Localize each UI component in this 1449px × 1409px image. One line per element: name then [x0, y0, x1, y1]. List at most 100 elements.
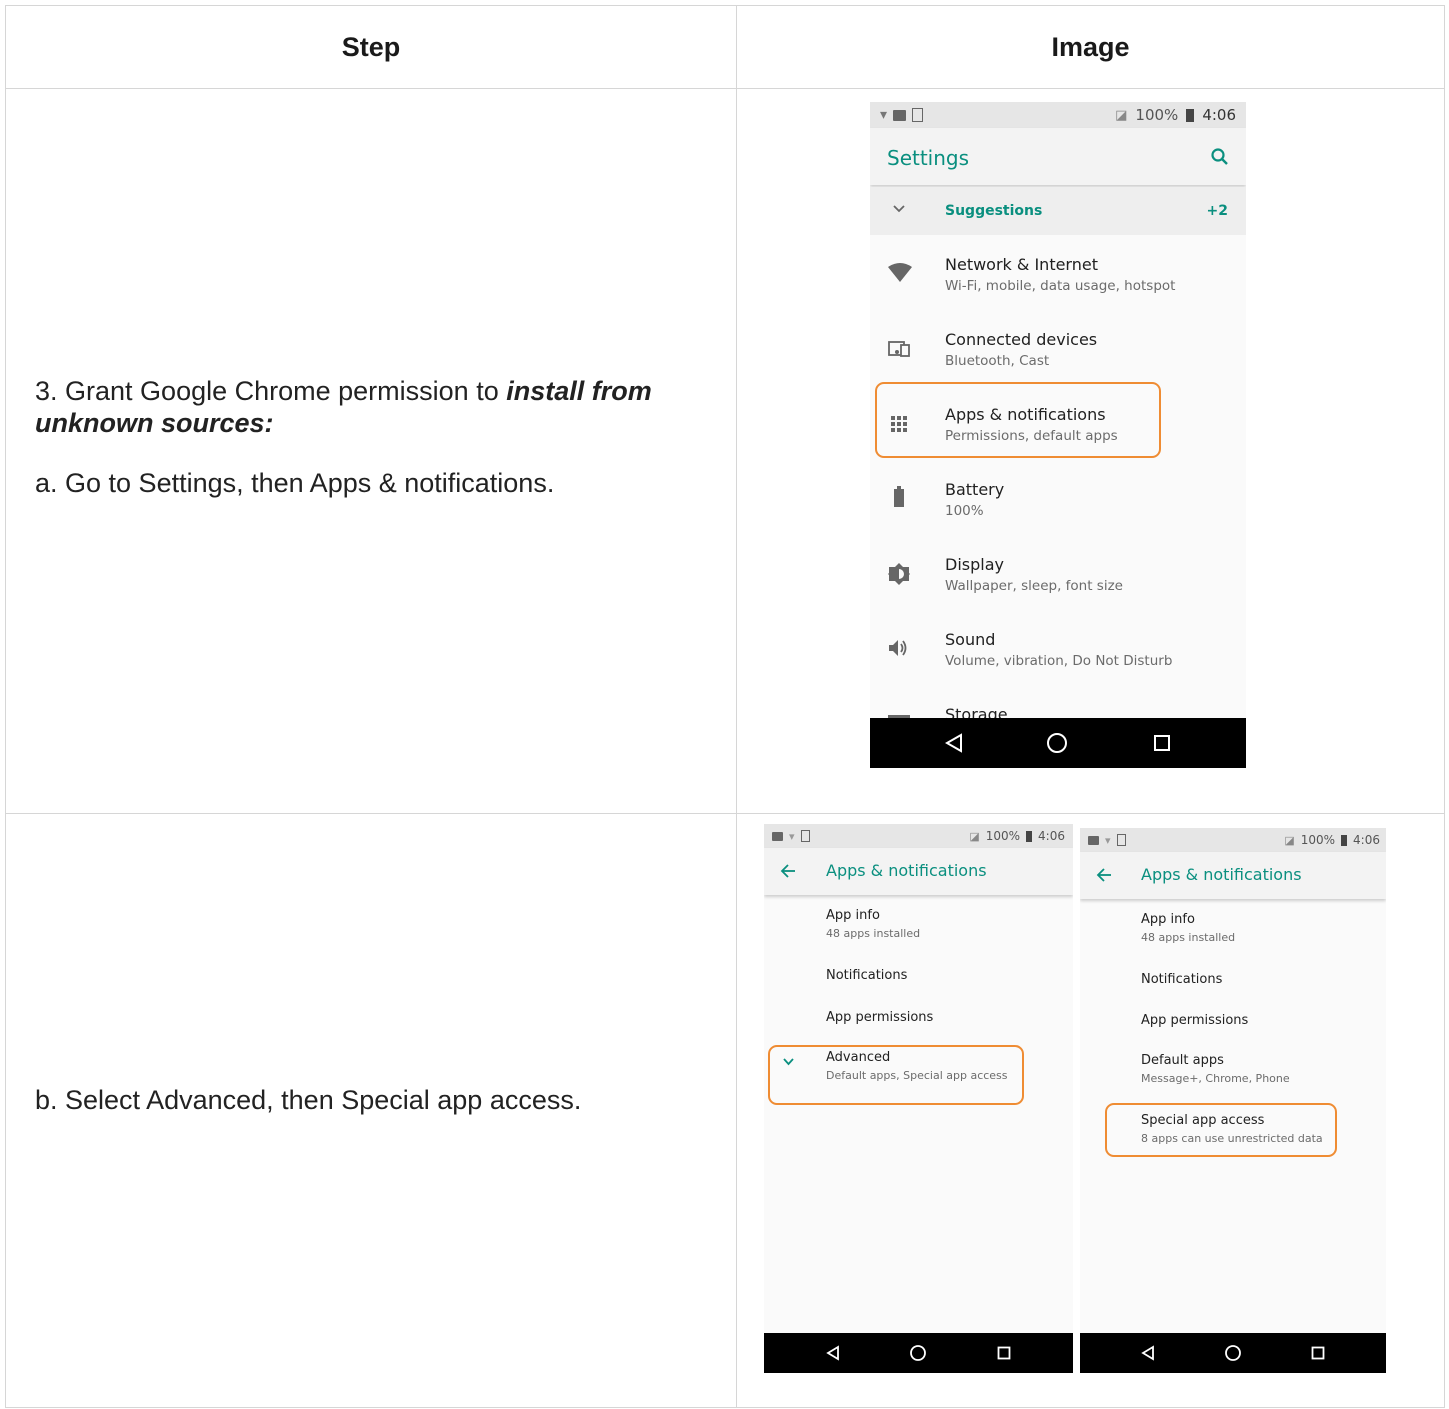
status-bar: ▾ ◪ 100% 4:06	[764, 824, 1073, 848]
settings-item-display[interactable]: Display Wallpaper, sleep, font size	[870, 535, 1246, 610]
nav-bar	[764, 1333, 1073, 1373]
no-sim-icon: ◪	[1115, 107, 1128, 123]
header-step: Step	[5, 5, 737, 89]
sim-notification-icon	[1116, 834, 1126, 846]
highlight-box	[875, 382, 1161, 458]
item-title: Network & Internet	[945, 255, 1098, 274]
back-icon[interactable]	[945, 733, 963, 753]
item-subtitle: Wallpaper, sleep, font size	[945, 578, 1123, 594]
settings-item-sound[interactable]: Sound Volume, vibration, Do Not Disturb	[870, 610, 1246, 685]
status-bar: ▾ ◪ 100% 4:06	[870, 102, 1246, 128]
apps-notifications-screenshot-special-access: ▾ ◪ 100% 4:06 Apps & notifications App i…	[1080, 828, 1386, 1373]
suggestions-count: +2	[1206, 203, 1228, 219]
back-icon[interactable]	[826, 1345, 840, 1361]
search-icon[interactable]	[1210, 147, 1230, 167]
battery-percent: 100%	[985, 829, 1021, 843]
suggestions-label: Suggestions	[945, 203, 1043, 219]
back-arrow-icon[interactable]	[780, 864, 796, 878]
clock: 4:06	[1038, 829, 1065, 843]
item-title: Notifications	[1141, 972, 1223, 987]
image-notification-icon	[772, 831, 783, 841]
item-subtitle: Volume, vibration, Do Not Disturb	[945, 653, 1173, 669]
wifi-status-icon: ▾	[880, 107, 888, 123]
item-subtitle: 48 apps installed	[1141, 931, 1236, 944]
page-title: Apps & notifications	[1141, 865, 1302, 884]
step-intro: 3. Grant Google Chrome permission to	[35, 376, 507, 406]
settings-item-network[interactable]: Network & Internet Wi-Fi, mobile, data u…	[870, 235, 1246, 310]
settings-screenshot: ▾ ◪ 100% 4:06 Settings Suggestions +2 Ne…	[870, 102, 1246, 768]
row1-substep: a. Go to Settings, then Apps & notificat…	[35, 468, 555, 498]
wifi-icon	[888, 263, 912, 282]
item-title: App permissions	[826, 1010, 934, 1025]
image-notification-icon	[1088, 835, 1099, 845]
list-item-app-permissions[interactable]: App permissions	[764, 1000, 1073, 1042]
status-bar: ▾ ◪ 100% 4:06	[1080, 828, 1386, 852]
item-title: App info	[826, 908, 880, 923]
item-title: Battery	[945, 480, 1005, 499]
battery-percent: 100%	[1135, 106, 1179, 124]
app-bar: Settings	[870, 128, 1246, 185]
chevron-down-icon	[893, 205, 905, 213]
list-item-notifications[interactable]: Notifications	[1080, 962, 1386, 1004]
header-image: Image	[736, 5, 1445, 89]
row2-step-text: b. Select Advanced, then Special app acc…	[35, 1085, 582, 1115]
instructions-table: Step Image 3. Grant Google Chrome permis…	[5, 5, 1445, 1408]
battery-status-icon	[1026, 830, 1033, 842]
highlight-box	[768, 1045, 1024, 1105]
item-subtitle: 48 apps installed	[826, 927, 921, 940]
item-title: Display	[945, 555, 1004, 574]
image-notification-icon	[893, 109, 907, 121]
item-subtitle: 100%	[945, 503, 984, 519]
item-subtitle: Message+, Chrome, Phone	[1141, 1072, 1290, 1085]
row1-step-text: 3. Grant Google Chrome permission to ins…	[35, 375, 695, 439]
back-arrow-icon[interactable]	[1096, 868, 1112, 882]
apps-notifications-screenshot-advanced: ▾ ◪ 100% 4:06 Apps & notifications App i…	[764, 824, 1073, 1373]
home-icon[interactable]	[1046, 732, 1068, 754]
item-title: App info	[1141, 912, 1195, 927]
settings-item-connected-devices[interactable]: Connected devices Bluetooth, Cast	[870, 310, 1246, 385]
row1-step-cell: 3. Grant Google Chrome permission to ins…	[5, 88, 737, 814]
nav-bar	[870, 718, 1246, 768]
item-title: Notifications	[826, 968, 908, 983]
back-icon[interactable]	[1141, 1345, 1155, 1361]
battery-icon	[894, 486, 904, 507]
list-item-notifications[interactable]: Notifications	[764, 958, 1073, 1000]
list-item-app-info[interactable]: App info 48 apps installed	[764, 898, 1073, 958]
no-sim-icon: ◪	[1284, 833, 1295, 847]
item-subtitle: Bluetooth, Cast	[945, 353, 1050, 369]
page-title: Apps & notifications	[826, 861, 987, 880]
brightness-icon	[888, 563, 910, 585]
nav-bar	[1080, 1333, 1386, 1373]
list-item-default-apps[interactable]: Default apps Message+, Chrome, Phone	[1080, 1044, 1386, 1102]
list-item-app-permissions[interactable]: App permissions	[1080, 1004, 1386, 1046]
battery-percent: 100%	[1300, 833, 1336, 847]
item-title: App permissions	[1141, 1013, 1249, 1028]
page-title: Settings	[887, 146, 970, 170]
volume-icon	[889, 640, 907, 656]
sim-notification-icon	[800, 830, 810, 842]
battery-status-icon	[1186, 108, 1195, 122]
item-subtitle: Wi-Fi, mobile, data usage, hotspot	[945, 278, 1176, 294]
battery-status-icon	[1341, 834, 1348, 846]
settings-item-battery[interactable]: Battery 100%	[870, 460, 1246, 535]
item-title: Sound	[945, 630, 996, 649]
recents-icon[interactable]	[1153, 734, 1171, 752]
clock: 4:06	[1202, 106, 1236, 124]
list-item-app-info[interactable]: App info 48 apps installed	[1080, 902, 1386, 962]
home-icon[interactable]	[909, 1344, 927, 1362]
item-title: Default apps	[1141, 1053, 1224, 1068]
row2-step-cell: b. Select Advanced, then Special app acc…	[5, 813, 737, 1408]
devices-icon	[888, 341, 910, 357]
row2-image-cell: ▾ ◪ 100% 4:06 Apps & notifications App i…	[736, 813, 1445, 1408]
home-icon[interactable]	[1224, 1344, 1242, 1362]
recents-icon[interactable]	[1311, 1346, 1325, 1360]
suggestions-bar[interactable]: Suggestions +2	[870, 187, 1246, 235]
no-sim-icon: ◪	[969, 829, 980, 843]
recents-icon[interactable]	[997, 1346, 1011, 1360]
item-title: Connected devices	[945, 330, 1098, 349]
app-bar: Apps & notifications	[1080, 852, 1386, 899]
wifi-status-icon: ▾	[789, 829, 795, 843]
app-bar: Apps & notifications	[764, 848, 1073, 895]
sim-notification-icon	[912, 108, 924, 122]
clock: 4:06	[1353, 833, 1380, 847]
